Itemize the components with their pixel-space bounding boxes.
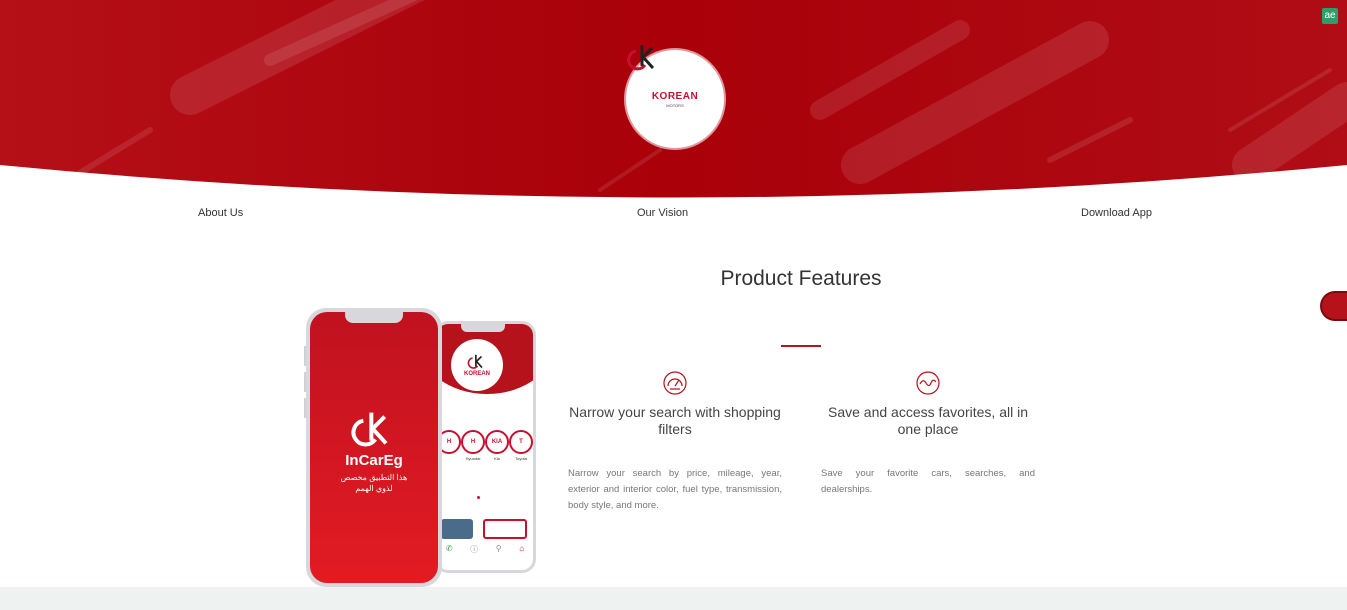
extension-badge[interactable]: ae [1322, 8, 1338, 24]
brand-item: KIA Kia [485, 430, 509, 461]
car-thumbnails [441, 519, 529, 539]
carousel-indicator [477, 496, 480, 499]
app-tagline: هذا التطبيق مخصص لذوي الهمم [310, 472, 438, 494]
home-icon: ⌂ [519, 544, 525, 553]
korean-k-logo-icon [467, 354, 483, 369]
search-icon: ⚲ [495, 544, 502, 553]
nav-our-vision[interactable]: Our Vision [637, 207, 688, 219]
title-divider [781, 345, 821, 347]
info-icon: ⓘ [470, 545, 479, 554]
phone-mockup-back: KOREAN H H Hyundai KIA Kia T Toyota ✆ ⓘ … [434, 321, 536, 573]
phone-notch [461, 324, 505, 332]
brand-label: Kia [494, 456, 500, 461]
feature-description: Narrow your search by price, mileage, ye… [568, 468, 782, 511]
logo-subtitle: MOTORS [666, 103, 684, 108]
whatsapp-icon: ✆ [445, 544, 453, 553]
feature-description: Save your favorite cars, searches, and d… [821, 468, 1035, 495]
feature-card: Save and access favorites, all in one pl… [818, 370, 1038, 498]
phone-app-logo: KOREAN [451, 339, 503, 391]
footer-band [0, 587, 1347, 610]
car-thumbnail [483, 519, 527, 539]
phone-mockup-front: InCarEg هذا التطبيق مخصص لذوي الهمم [306, 308, 442, 587]
phone-logo-word: KOREAN [463, 371, 490, 377]
brand-item: H Hyundai [461, 430, 485, 461]
korean-k-logo-icon [627, 45, 655, 71]
brand-label: Hyundai [465, 456, 481, 461]
nav-about-us[interactable]: About Us [198, 207, 243, 219]
feature-card: Narrow your search with shopping filters… [565, 370, 785, 514]
main-nav: About Us Our Vision Download App [0, 207, 1347, 223]
incareg-logo-icon [351, 412, 388, 447]
brand-list: H H Hyundai KIA Kia T Toyota [437, 430, 533, 461]
phone-notch [345, 312, 403, 323]
brand-logo-icon: H [461, 430, 485, 454]
brand-logo-icon: KIA [485, 430, 509, 454]
feature-heading: Narrow your search with shopping filters [569, 404, 781, 437]
brand-logo[interactable]: KOREAN MOTORS [626, 45, 724, 148]
car-thumbnail [441, 519, 473, 539]
wave-icon [916, 371, 940, 395]
logo-wordmark: KOREAN [651, 91, 699, 102]
hero-banner: KOREAN MOTORS [0, 0, 1347, 200]
floating-side-button[interactable] [1322, 293, 1347, 319]
phone-tab-bar: ✆ ⓘ ⚲ ⌂ [437, 544, 533, 555]
app-name: InCarEg [345, 452, 403, 469]
app-tagline-line: هذا التطبيق مخصص [340, 473, 408, 482]
section-title: Product Features [720, 267, 882, 290]
brand-logo-icon: T [509, 430, 533, 454]
speedometer-icon [663, 371, 687, 395]
feature-heading: Save and access favorites, all in one pl… [828, 404, 1028, 437]
brand-item: T Toyota [509, 430, 533, 461]
app-tagline-line: لذوي الهمم [355, 484, 393, 493]
phone-splash-screen: InCarEg هذا التطبيق مخصص لذوي الهمم [310, 312, 438, 583]
brand-label: Toyota [515, 456, 527, 461]
nav-download-app[interactable]: Download App [1081, 207, 1152, 219]
